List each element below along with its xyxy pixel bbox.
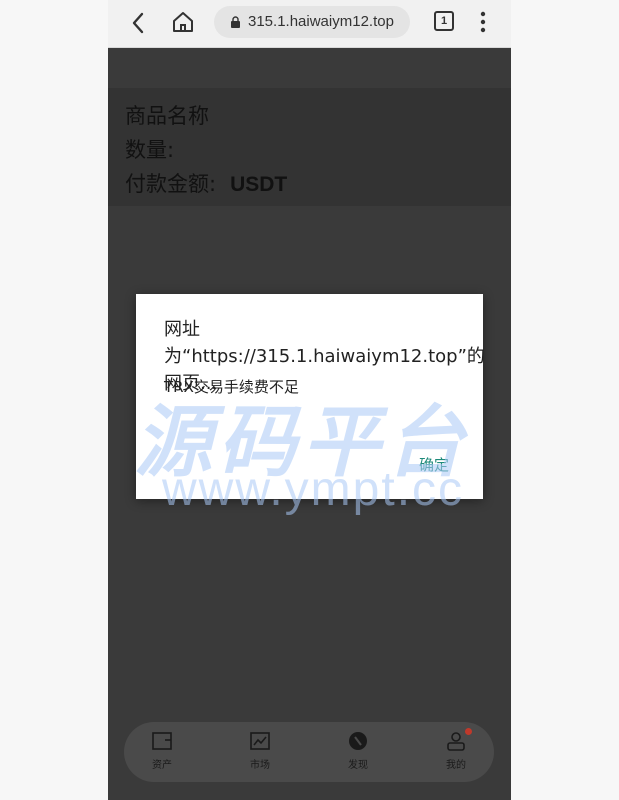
tab-switcher-button[interactable]: 1 — [434, 11, 454, 31]
ok-button[interactable]: 确定 — [419, 454, 449, 475]
notification-dot — [465, 728, 472, 735]
currency-label: USDT — [230, 173, 288, 196]
right-margin — [511, 0, 619, 800]
nav-item-market[interactable]: 市场 — [230, 730, 290, 776]
lock-icon — [231, 16, 240, 28]
wallet-icon — [152, 732, 172, 750]
nav-label-market: 市场 — [250, 760, 270, 771]
quantity-label: 数量: — [125, 138, 175, 162]
browser-toolbar: 315.1.haiwaiym12.top 1 — [108, 0, 511, 48]
alert-dialog: 网址为“https://315.1.haiwaiym12.top”的网页... … — [136, 294, 485, 499]
nav-item-assets[interactable]: 资产 — [132, 730, 192, 776]
amount-label: 付款金额: — [125, 172, 217, 196]
nav-label-assets: 资产 — [152, 760, 172, 771]
compass-icon — [349, 732, 367, 750]
nav-label-mine: 我的 — [446, 760, 466, 771]
back-arrow-icon[interactable] — [126, 10, 152, 36]
product-name-label: 商品名称 — [125, 104, 209, 128]
amount-row: 付款金额: USDT — [125, 168, 287, 198]
home-icon[interactable] — [170, 9, 196, 35]
phone-screen: 315.1.haiwaiym12.top 1 商品名称 数量: 付款金额: USD… — [108, 0, 511, 800]
order-info-card: 商品名称 数量: 付款金额: USDT — [108, 88, 511, 206]
chart-icon — [250, 732, 270, 750]
dialog-message: TRX交易手续费不足 — [164, 378, 299, 396]
url-text: 315.1.haiwaiym12.top — [248, 13, 394, 30]
nav-label-discover: 发现 — [348, 760, 368, 771]
left-margin — [0, 0, 108, 800]
nav-item-mine[interactable]: 我的 — [426, 728, 486, 776]
address-bar[interactable]: 315.1.haiwaiym12.top — [214, 6, 410, 38]
nav-item-discover[interactable]: 发现 — [328, 730, 388, 776]
more-vert-icon[interactable] — [478, 10, 488, 34]
user-icon — [447, 732, 465, 751]
bottom-navigation: 资产 市场 发现 我的 — [124, 722, 494, 782]
